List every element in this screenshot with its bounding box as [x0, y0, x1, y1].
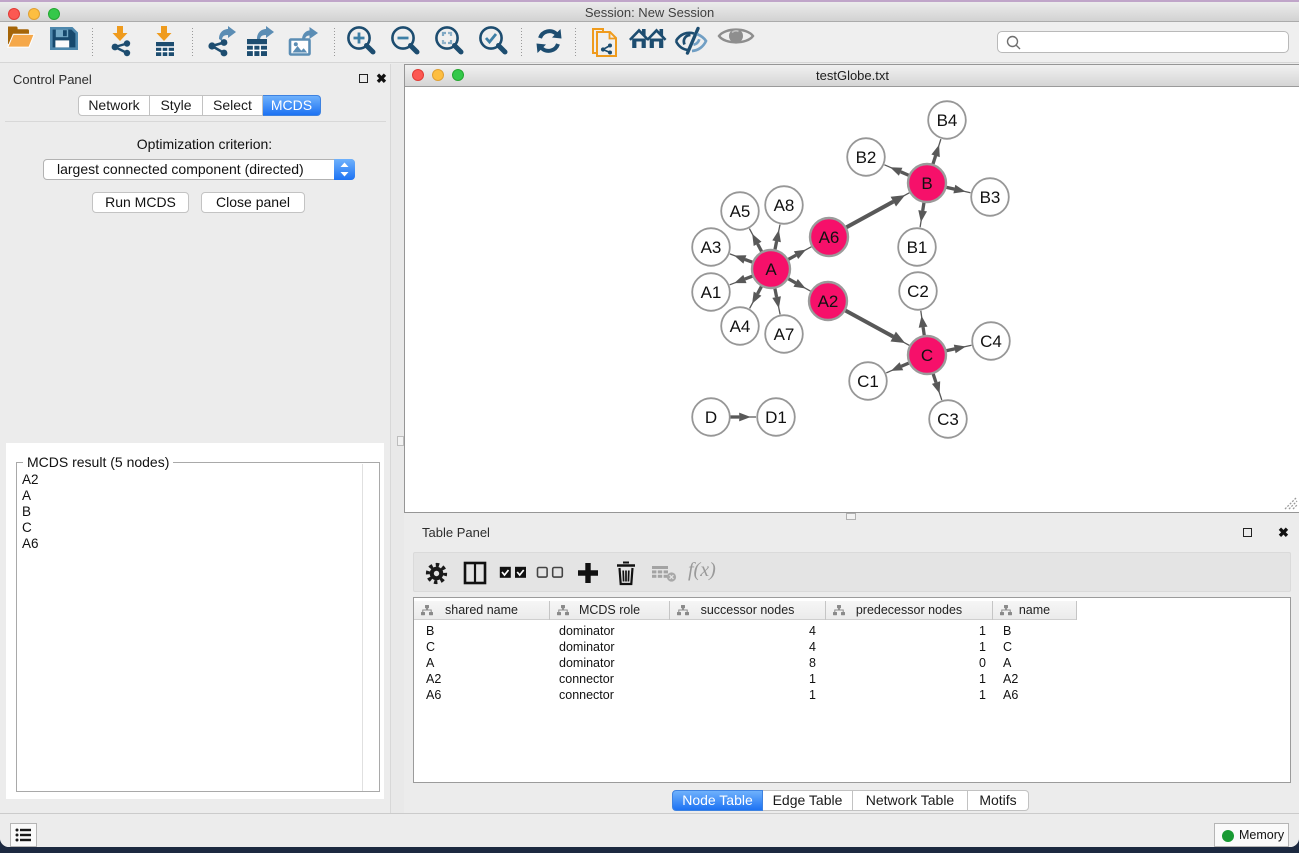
- svg-text:C: C: [921, 346, 933, 365]
- svg-text:A1: A1: [701, 283, 722, 302]
- svg-text:A5: A5: [730, 202, 751, 221]
- svg-text:A6: A6: [819, 228, 840, 247]
- svg-text:B1: B1: [907, 238, 928, 257]
- svg-text:C3: C3: [937, 410, 959, 429]
- svg-text:A8: A8: [774, 196, 795, 215]
- svg-text:B: B: [921, 174, 932, 193]
- svg-text:D1: D1: [765, 408, 787, 427]
- svg-text:A7: A7: [774, 325, 795, 344]
- svg-text:A4: A4: [730, 317, 751, 336]
- svg-text:B4: B4: [937, 111, 958, 130]
- svg-text:B2: B2: [856, 148, 877, 167]
- svg-text:C4: C4: [980, 332, 1002, 351]
- svg-text:A3: A3: [701, 238, 722, 257]
- svg-text:A2: A2: [818, 292, 839, 311]
- svg-text:A: A: [765, 260, 777, 279]
- svg-text:D: D: [705, 408, 717, 427]
- svg-text:B3: B3: [980, 188, 1001, 207]
- svg-text:C2: C2: [907, 282, 929, 301]
- svg-text:C1: C1: [857, 372, 879, 391]
